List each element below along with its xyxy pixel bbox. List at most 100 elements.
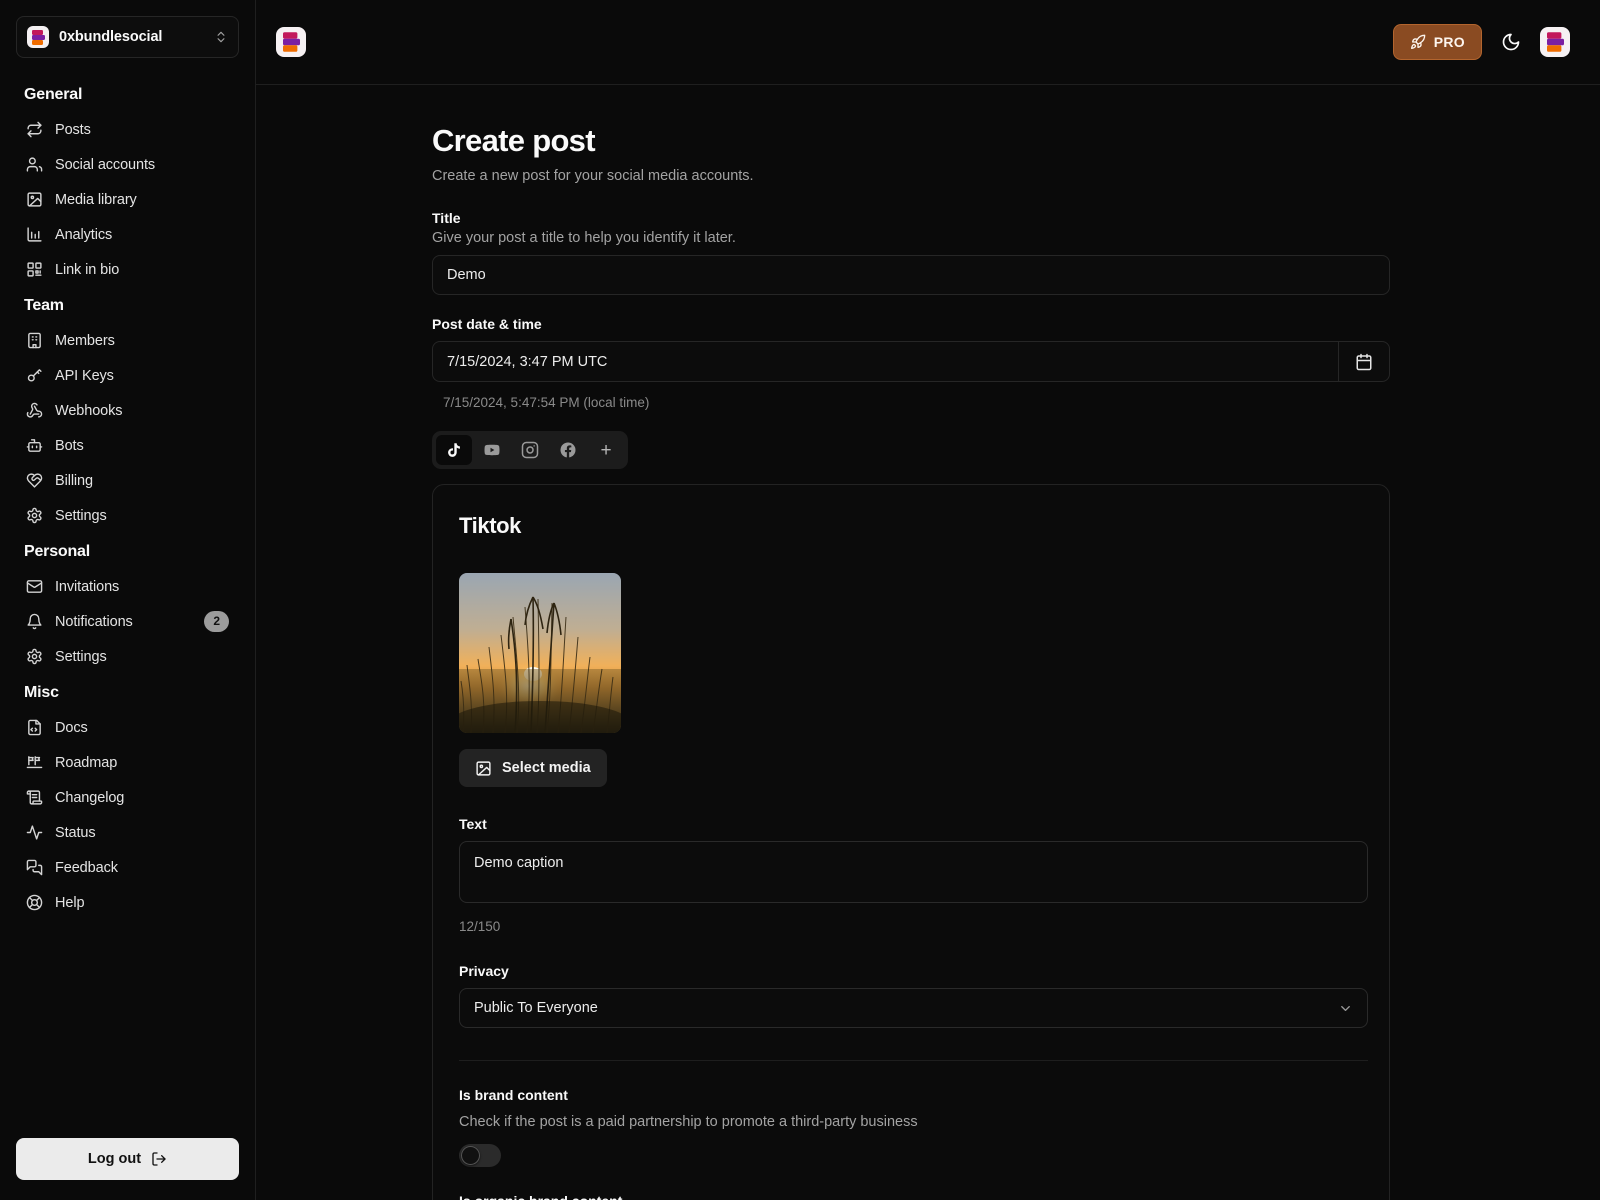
theme-toggle-button[interactable] [1498,29,1524,55]
select-media-button[interactable]: Select media [459,749,607,787]
brand-content-toggle[interactable] [459,1144,501,1167]
sidebar-item-social-accounts[interactable]: Social accounts [16,147,239,182]
brand-content-description: Check if the post is a paid partnership … [459,1114,918,1130]
nav-group-title-misc: Misc [24,684,59,701]
sidebar-item-team-settings[interactable]: Settings [16,498,239,533]
key-icon [27,369,42,382]
youtube-icon [484,444,500,456]
tab-youtube[interactable] [474,435,510,465]
sidebar-item-posts[interactable]: Posts [16,112,239,147]
caption-textarea[interactable] [459,841,1368,903]
sidebar-item-webhooks[interactable]: Webhooks [16,393,239,428]
sidebar-item-analytics[interactable]: Analytics [16,217,239,252]
message-square-icon [26,859,43,876]
title-help-text: Give your post a title to help you ident… [432,230,736,246]
main-area: PRO Create post Create a new post for yo… [256,0,1600,1200]
select-media-label: Select media [502,760,591,776]
date-input-row [432,341,1390,382]
tab-facebook[interactable] [550,435,586,465]
sidebar-item-roadmap[interactable]: Roadmap [16,745,239,780]
pro-label: PRO [1433,34,1465,50]
sidebar-item-feedback[interactable]: Feedback [16,850,239,885]
tab-tiktok[interactable] [436,435,472,465]
sidebar-item-invitations[interactable]: Invitations [16,569,239,604]
org-switcher[interactable]: 0xbundlesocial [16,16,239,58]
sidebar-item-label: Settings [55,507,107,524]
bot-icon [26,439,43,452]
privacy-select[interactable]: Public To Everyone [459,988,1368,1028]
sidebar-item-label: Invitations [55,578,120,595]
sidebar-item-members[interactable]: Members [16,323,239,358]
tab-add-platform[interactable]: + [588,435,624,465]
life-buoy-icon [26,894,43,911]
sidebar-item-link-in-bio[interactable]: Link in bio [16,252,239,287]
privacy-selected-value: Public To Everyone [474,1000,598,1016]
moon-icon [1502,33,1520,51]
sidebar-item-label: Roadmap [55,754,118,771]
sidebar-item-bots[interactable]: Bots [16,428,239,463]
sidebar-item-label: Settings [55,648,107,665]
title-input[interactable] [432,255,1390,295]
sidebar-item-label: Docs [55,719,88,736]
sidebar-item-personal-settings[interactable]: Settings [16,639,239,674]
file-code-icon [28,719,41,736]
content-scroll-area: Create post Create a new post for your s… [256,85,1600,1200]
rocket-icon [1410,34,1426,49]
local-time-text: 7/15/2024, 5:47:54 PM (local time) [443,395,650,410]
mail-icon [26,580,43,593]
heart-handshake-icon [26,473,43,488]
character-counter: 12/150 [459,919,501,934]
bundlesocial-logo-icon [27,26,49,48]
plus-icon: + [600,439,612,461]
post-date-input[interactable] [432,341,1338,382]
avatar[interactable] [1540,27,1570,57]
page-subtitle: Create a new post for your social media … [432,168,754,184]
notifications-badge: 2 [204,611,229,632]
sidebar-item-billing[interactable]: Billing [16,463,239,498]
sidebar-item-label: Bots [55,437,84,454]
calendar-picker-button[interactable] [1338,341,1390,382]
sidebar-item-label: Notifications [55,613,133,630]
app-logo-icon[interactable] [276,27,306,57]
sidebar-item-label: Link in bio [55,261,120,278]
sidebar-item-label: Changelog [55,789,125,806]
divider [459,1060,1368,1061]
sidebar-item-label: Billing [55,472,93,489]
facebook-icon [560,442,576,458]
scroll-text-icon [26,790,43,805]
sidebar-item-label: Media library [55,191,137,208]
page-title: Create post [432,123,596,158]
nav-group-title-team: Team [24,297,64,314]
chevron-up-down-icon [217,31,225,43]
sidebar-item-help[interactable]: Help [16,885,239,920]
brand-content-label: Is brand content [459,1087,568,1103]
webhook-icon [26,402,43,418]
platform-card-tiktok: Tiktok Select media Text Demo caption 12… [432,484,1390,1200]
sidebar-item-notifications[interactable]: Notifications 2 [16,604,239,639]
logout-container: Log out [16,1138,239,1200]
sidebar-item-changelog[interactable]: Changelog [16,780,239,815]
platform-tabs: + [432,431,628,469]
pro-upgrade-button[interactable]: PRO [1392,24,1482,60]
image-icon [27,192,42,207]
sidebar-item-label: Members [55,332,115,349]
nav-group-title-general: General [24,86,83,103]
sidebar-item-docs[interactable]: Docs [16,710,239,745]
logout-button[interactable]: Log out [16,1138,239,1180]
media-thumbnail[interactable] [459,573,621,733]
sidebar-item-status[interactable]: Status [16,815,239,850]
tab-instagram[interactable] [512,435,548,465]
users-icon [26,157,43,172]
sidebar-item-label: Analytics [55,226,113,243]
logout-label: Log out [87,1151,142,1167]
sidebar-item-label: Posts [55,121,91,138]
building-icon [28,332,41,349]
sidebar-item-label: API Keys [55,367,114,384]
sidebar-item-api-keys[interactable]: API Keys [16,358,239,393]
sidebar-item-media-library[interactable]: Media library [16,182,239,217]
tiktok-icon [448,443,460,457]
chevron-down-icon [1341,1005,1350,1011]
sidebar: 0xbundlesocial General Posts Social acco… [0,0,256,1200]
sidebar-item-label: Status [55,824,96,841]
post-date-label: Post date & time [432,316,542,332]
